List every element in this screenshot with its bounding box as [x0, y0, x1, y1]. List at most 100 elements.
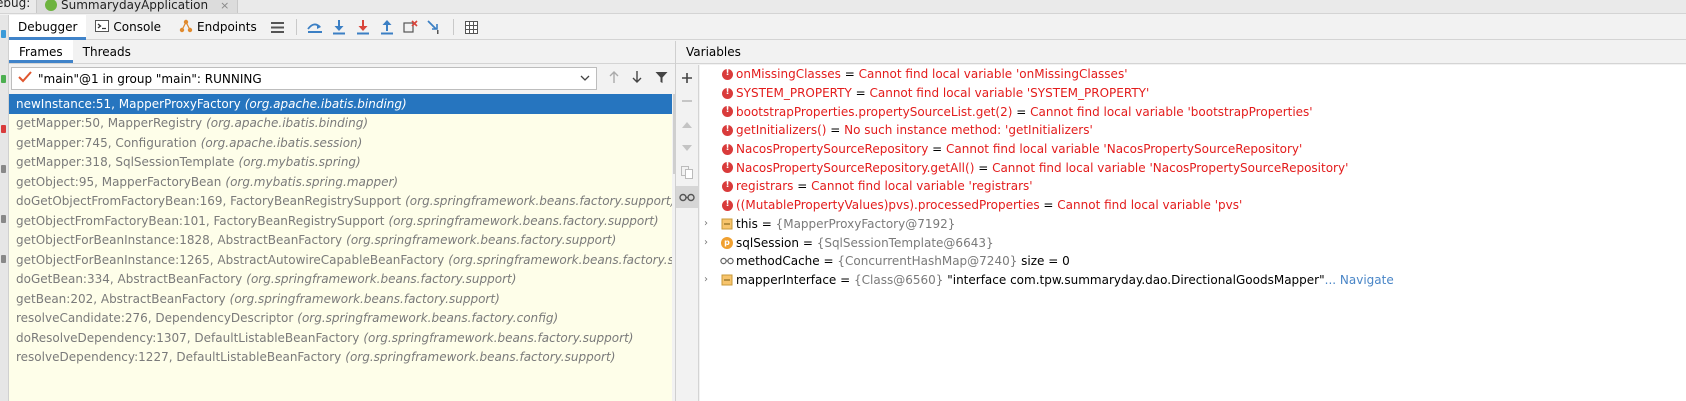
variable-text: SYSTEM_PROPERTY = Cannot find local vari…	[736, 86, 1149, 100]
stack-frame[interactable]: getBean:202, AbstractBeanFactory (org.spr…	[9, 289, 672, 309]
variable-value: "interface com.tpw.summaryday.dao.Direct…	[943, 272, 1325, 287]
arrow-down-icon[interactable]	[631, 70, 643, 87]
variable-equals: =	[799, 235, 817, 250]
show-execution-point-icon[interactable]	[303, 15, 327, 40]
variable-row[interactable]: bootstrapProperties.propertySourceList.g…	[700, 102, 1686, 121]
step-over-icon[interactable]	[327, 15, 351, 40]
tab-threads[interactable]: Threads	[73, 40, 141, 63]
stack-frame[interactable]: getObjectForBeanInstance:1828, AbstractB…	[9, 231, 672, 251]
variable-row[interactable]: ((MutablePropertyValues)pvs).processedPr…	[700, 196, 1686, 215]
error-icon	[720, 142, 734, 156]
variable-name: onMissingClasses	[736, 67, 841, 82]
variable-row[interactable]: onMissingClasses = Cannot find local var…	[700, 65, 1686, 84]
stack-frame[interactable]: doResolveDependency:1307, DefaultListabl…	[9, 328, 672, 348]
variable-name: mapperInterface	[736, 272, 837, 287]
run-to-cursor-icon[interactable]	[423, 15, 447, 40]
stack-frame-method: getBean:202, AbstractBeanFactory	[16, 291, 226, 306]
move-up-icon[interactable]	[676, 114, 698, 136]
error-icon	[720, 161, 734, 175]
variable-text: NacosPropertySourceRepository = Cannot f…	[736, 142, 1302, 156]
variable-text: onMissingClasses = Cannot find local var…	[736, 67, 1128, 81]
tab-endpoints[interactable]: Endpoints	[170, 15, 266, 40]
variable-row[interactable]: › this = {MapperProxyFactory@7192}	[700, 215, 1686, 234]
variable-text: registrars = Cannot find local variable …	[736, 179, 1033, 193]
watch-glasses-icon	[720, 254, 734, 268]
variable-equals: =	[1039, 198, 1058, 213]
stack-frame-location: (org.springframework.beans.factory.suppo…	[388, 213, 659, 228]
stack-frame[interactable]: getMapper:745, Configuration (org.apache.…	[9, 133, 672, 153]
variable-row[interactable]: SYSTEM_PROPERTY = Cannot find local vari…	[700, 84, 1686, 103]
variable-text: methodCache = {ConcurrentHashMap@7240} s…	[736, 254, 1070, 268]
filter-icon[interactable]	[655, 71, 668, 87]
stack-frame[interactable]: getMapper:318, SqlSessionTemplate (org.my…	[9, 153, 672, 173]
stack-frame-method: getMapper:318, SqlSessionTemplate	[16, 155, 235, 170]
gutter-marker	[1, 165, 6, 173]
stack-frame[interactable]: newInstance:51, MapperProxyFactory (org.a…	[9, 94, 672, 114]
gutter-marker	[1, 125, 6, 133]
tab-threads-label: Threads	[82, 44, 131, 59]
thread-dropdown[interactable]: "main"@1 in group "main": RUNNING	[11, 67, 597, 90]
variable-text: this = {MapperProxyFactory@7192}	[736, 217, 955, 231]
stack-frame-method: doGetObjectFromFactoryBean:169, FactoryB…	[16, 194, 402, 209]
stack-frame[interactable]: doGetObjectFromFactoryBean:169, FactoryB…	[9, 192, 672, 212]
variable-row[interactable]: methodCache = {ConcurrentHashMap@7240} s…	[700, 252, 1686, 271]
variables-side-toolbar	[676, 65, 699, 401]
stack-frame[interactable]: doGetBean:334, AbstractBeanFactory (org.s…	[9, 270, 672, 290]
variable-row[interactable]: NacosPropertySourceRepository = Cannot f…	[700, 140, 1686, 159]
expand-arrow-icon[interactable]: ›	[704, 237, 714, 248]
variable-row[interactable]: › p sqlSession = {SqlSessionTemplate@6643}	[700, 233, 1686, 252]
stack-frame-location: (org.mybatis.spring)	[238, 155, 361, 170]
tab-console[interactable]: Console	[86, 15, 170, 40]
stack-frame-method: newInstance:51, MapperProxyFactory	[16, 96, 241, 111]
stack-frame-method: resolveDependency:1227, DefaultListableB…	[16, 350, 342, 365]
variables-header: Variables	[676, 41, 1686, 64]
step-out-icon[interactable]	[375, 15, 399, 40]
stack-frame-location: (org.springframework.beans.factory.suppo…	[346, 233, 617, 248]
expand-arrow-icon[interactable]: ›	[704, 218, 714, 229]
stack-frame[interactable]: resolveCandidate:276, DependencyDescript…	[9, 309, 672, 329]
stack-frame[interactable]: getObjectFromFactoryBean:101, FactoryBea…	[9, 211, 672, 231]
variable-error-message: Cannot find local variable 'bootstrapPro…	[1030, 104, 1313, 119]
arrow-up-icon[interactable]	[608, 70, 620, 87]
variable-equals: =	[757, 216, 776, 231]
error-icon	[720, 179, 734, 193]
debug-toolbar: Debugger Console Endpoints	[9, 14, 1686, 40]
menu-icon[interactable]	[266, 15, 290, 40]
error-icon	[720, 105, 734, 119]
variable-text: ((MutablePropertyValues)pvs).processedPr…	[736, 198, 1242, 212]
glasses-watch-icon[interactable]	[676, 186, 698, 208]
stack-frame[interactable]: getObjectForBeanInstance:1265, AbstractA…	[9, 250, 672, 270]
move-down-icon[interactable]	[676, 137, 698, 159]
variable-row[interactable]: NacosPropertySourceRepository.getAll() =…	[700, 158, 1686, 177]
variable-row[interactable]: › mapperInterface = {Class@6560} "interfa…	[700, 271, 1686, 290]
variable-name: sqlSession	[736, 235, 799, 250]
variable-row[interactable]: getInitializers() = No such instance met…	[700, 121, 1686, 140]
variable-value: size = 0	[1017, 254, 1070, 269]
stack-frame[interactable]: getObject:95, MapperFactoryBean (org.myba…	[9, 172, 672, 192]
add-watch-icon[interactable]	[676, 67, 698, 89]
stack-frame[interactable]: resolveDependency:1227, DefaultListableB…	[9, 348, 672, 368]
evaluate-expression-icon[interactable]	[460, 15, 484, 40]
gutter-marker	[1, 30, 6, 38]
close-icon[interactable]: ×	[220, 0, 229, 12]
endpoints-icon	[179, 19, 193, 36]
navigate-link[interactable]: ... Navigate	[1325, 273, 1394, 287]
remove-watch-icon[interactable]	[676, 90, 698, 112]
step-into-icon[interactable]	[351, 15, 375, 40]
run-config-tab[interactable]: SummarydayApplication ×	[36, 0, 239, 13]
copy-icon[interactable]	[676, 161, 698, 183]
stack-frame-method: getObject:95, MapperFactoryBean	[16, 174, 222, 189]
variable-equals: =	[826, 123, 845, 138]
tab-debugger[interactable]: Debugger	[9, 14, 87, 40]
variable-row[interactable]: registrars = Cannot find local variable …	[700, 177, 1686, 196]
expand-arrow-icon[interactable]: ›	[704, 274, 714, 285]
drop-frame-icon[interactable]	[399, 15, 423, 40]
console-icon	[95, 19, 110, 35]
stack-frame-method: getObjectForBeanInstance:1265, AbstractA…	[16, 252, 445, 267]
stack-frame[interactable]: getMapper:50, MapperRegistry (org.apache.…	[9, 114, 672, 134]
tab-frames[interactable]: Frames	[9, 40, 73, 63]
stack-frame-location: (org.apache.ibatis.binding)	[206, 116, 369, 131]
tab-endpoints-label: Endpoints	[197, 20, 257, 34]
frames-list: newInstance:51, MapperProxyFactory (org.a…	[9, 94, 672, 401]
tab-debugger-label: Debugger	[18, 20, 78, 34]
